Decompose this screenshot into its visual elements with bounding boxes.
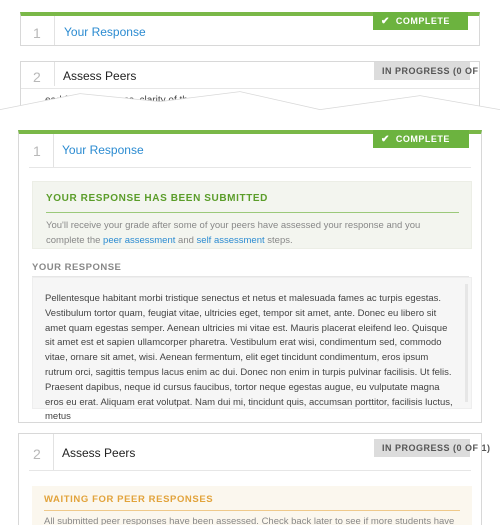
torn-edge [0, 91, 500, 128]
status-label: IN PROGRESS (0 OF 1) [382, 66, 480, 76]
step-number: 2 [33, 446, 41, 462]
status-badge-complete: ✔ COMPLETE [373, 12, 468, 30]
step-title[interactable]: Assess Peers [62, 446, 135, 460]
waiting-title: WAITING FOR PEER RESPONSES [44, 494, 214, 505]
waiting-message: WAITING FOR PEER RESPONSES All submitted… [32, 486, 472, 525]
submitted-rule [46, 212, 459, 213]
submitted-text-part: and [175, 235, 197, 246]
response-text-box[interactable]: Pellentesque habitant morbi tristique se… [32, 277, 472, 422]
step-title[interactable]: Your Response [62, 143, 144, 157]
step-title[interactable]: Your Response [64, 25, 146, 39]
response-text: Pellentesque habitant morbi tristique se… [45, 293, 453, 423]
status-label: COMPLETE [395, 134, 450, 144]
scrollbar[interactable] [465, 284, 468, 402]
submitted-message: YOUR RESPONSE HAS BEEN SUBMITTED You'll … [32, 181, 472, 249]
header-rule [29, 470, 471, 471]
step-title[interactable]: Assess Peers [63, 69, 136, 83]
header-rule [29, 167, 471, 168]
status-label: COMPLETE [395, 16, 450, 26]
waiting-rule [44, 510, 460, 511]
submitted-text: You'll receive your grade after some of … [46, 218, 459, 248]
step-divider [53, 434, 54, 470]
step-divider [54, 16, 55, 45]
step-number: 1 [33, 25, 41, 41]
assess-step: 2 Assess Peers IN PROGRESS (0 OF 1) WAIT… [18, 433, 490, 525]
step-divider [53, 134, 54, 167]
top-response-step[interactable]: 1 Your Response ✔ COMPLETE [20, 12, 480, 46]
status-badge-in-progress: IN PROGRESS (0 OF 1) [374, 62, 479, 80]
step-divider [54, 62, 55, 86]
check-icon: ✔ [381, 16, 390, 27]
check-icon: ✔ [381, 134, 390, 145]
response-step: 1 Your Response ✔ COMPLETE YOUR RESPONSE … [18, 130, 482, 423]
status-badge-in-progress: IN PROGRESS (0 OF 1) [374, 439, 490, 457]
submitted-title: YOUR RESPONSE HAS BEEN SUBMITTED [46, 193, 269, 204]
your-response-label: YOUR RESPONSE [32, 262, 122, 273]
self-assessment-link[interactable]: self assessment [197, 235, 265, 246]
status-label: IN PROGRESS (0 OF 1) [382, 443, 491, 453]
peer-assessment-link[interactable]: peer assessment [103, 235, 175, 246]
step-number: 1 [33, 143, 41, 159]
waiting-text: All submitted peer responses have been a… [44, 516, 455, 525]
step-number: 2 [33, 69, 41, 85]
status-badge-complete: ✔ COMPLETE [373, 130, 469, 148]
submitted-text-part: steps. [264, 235, 293, 246]
